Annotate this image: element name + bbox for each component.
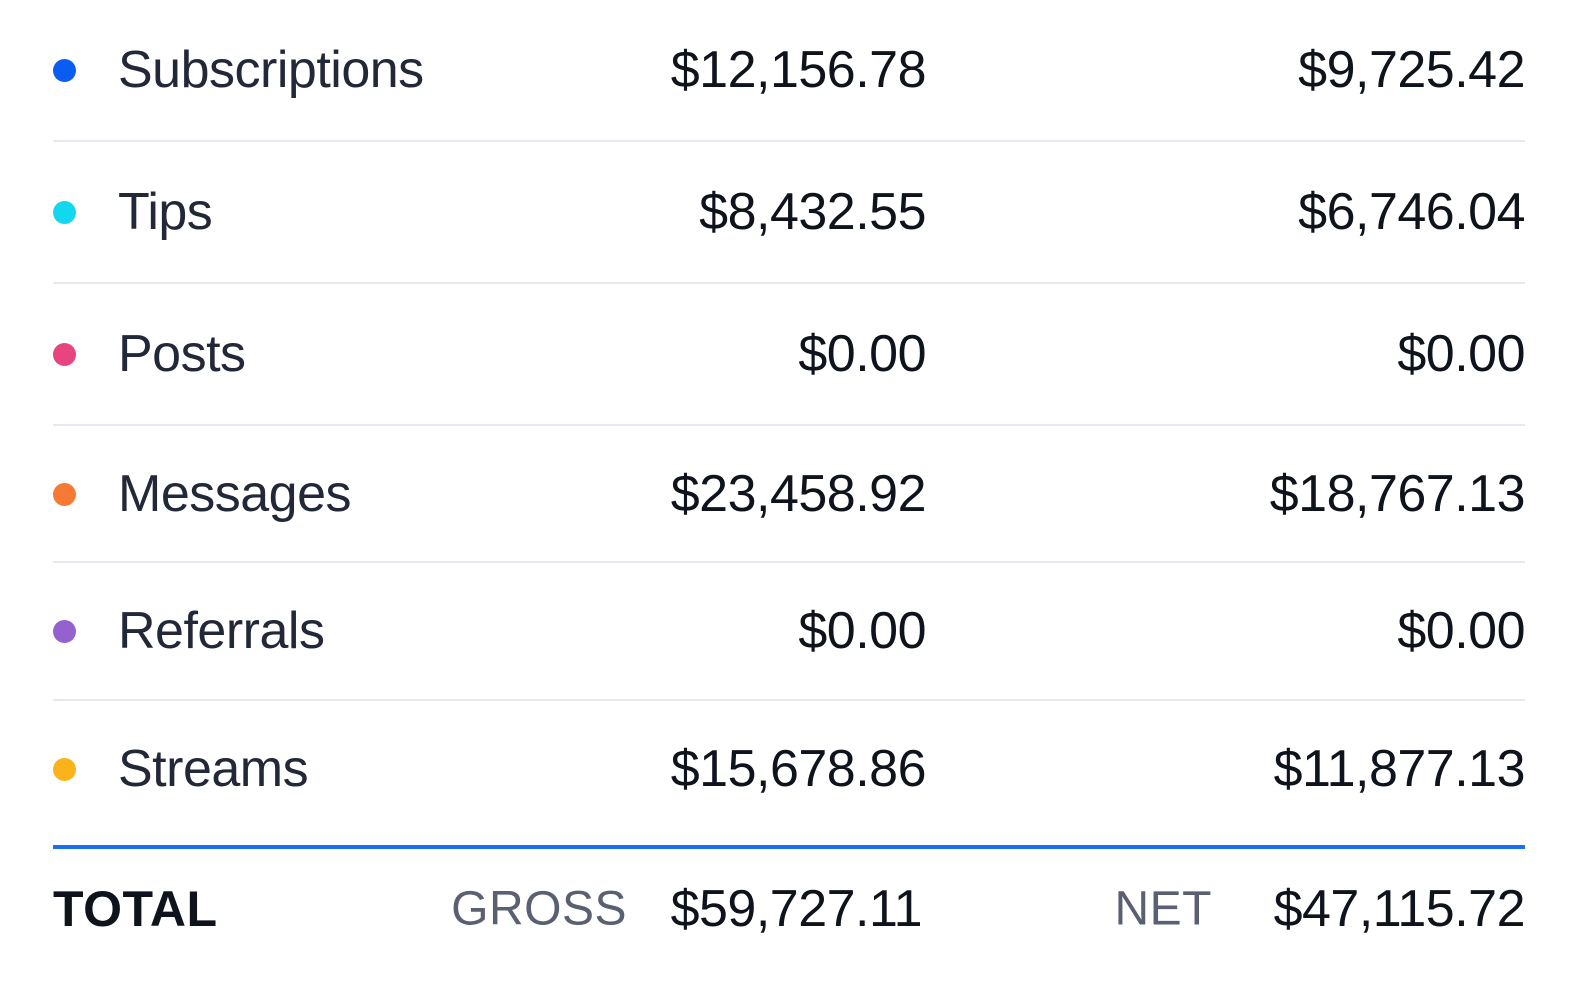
streams-color-dot — [53, 758, 76, 781]
row-label: Posts — [118, 325, 246, 383]
row-label: Tips — [118, 183, 213, 241]
subscriptions-color-dot — [53, 59, 76, 82]
earnings-row-posts[interactable]: Posts $0.00 $0.00 — [53, 284, 1525, 426]
row-gross-value: $12,156.78 — [670, 41, 927, 99]
row-gross-value: $0.00 — [798, 602, 926, 660]
row-label: Referrals — [118, 602, 325, 660]
earnings-row-tips[interactable]: Tips $8,432.55 $6,746.04 — [53, 142, 1525, 284]
referrals-color-dot — [53, 620, 76, 643]
row-net-value: $6,746.04 — [1298, 183, 1525, 241]
row-net-value: $9,725.42 — [1298, 41, 1525, 99]
row-label: Subscriptions — [118, 41, 424, 99]
total-row: TOTAL GROSS $59,727.11 NET $47,115.72 — [53, 849, 1526, 969]
earnings-row-referrals[interactable]: Referrals $0.00 $0.00 — [53, 563, 1525, 701]
net-total-value: $47,115.72 — [1273, 880, 1526, 938]
row-label: Messages — [118, 464, 352, 523]
earnings-breakdown-table: Subscriptions $12,156.78 $9,725.42 Tips … — [53, 0, 1526, 837]
row-net-value: $0.00 — [1397, 602, 1525, 660]
row-net-value: $11,877.13 — [1273, 740, 1526, 798]
tips-color-dot — [53, 201, 76, 224]
gross-total-value: $59,727.11 — [670, 880, 923, 938]
row-net-value: $0.00 — [1397, 325, 1525, 383]
total-label: TOTAL — [53, 881, 218, 937]
net-caption: NET — [1114, 882, 1212, 936]
gross-caption: GROSS — [451, 882, 627, 936]
posts-color-dot — [53, 343, 76, 366]
row-label: Streams — [118, 740, 309, 798]
earnings-row-streams[interactable]: Streams $15,678.86 $11,877.13 — [53, 701, 1526, 837]
row-gross-value: $23,458.92 — [670, 464, 927, 523]
row-gross-value: $15,678.86 — [670, 740, 927, 798]
row-net-value: $18,767.13 — [1269, 464, 1526, 523]
earnings-row-subscriptions[interactable]: Subscriptions $12,156.78 $9,725.42 — [53, 0, 1525, 142]
earnings-row-messages[interactable]: Messages $23,458.92 $18,767.13 — [53, 426, 1526, 563]
row-gross-value: $8,432.55 — [699, 183, 926, 241]
messages-color-dot — [53, 482, 76, 506]
row-gross-value: $0.00 — [798, 325, 926, 383]
